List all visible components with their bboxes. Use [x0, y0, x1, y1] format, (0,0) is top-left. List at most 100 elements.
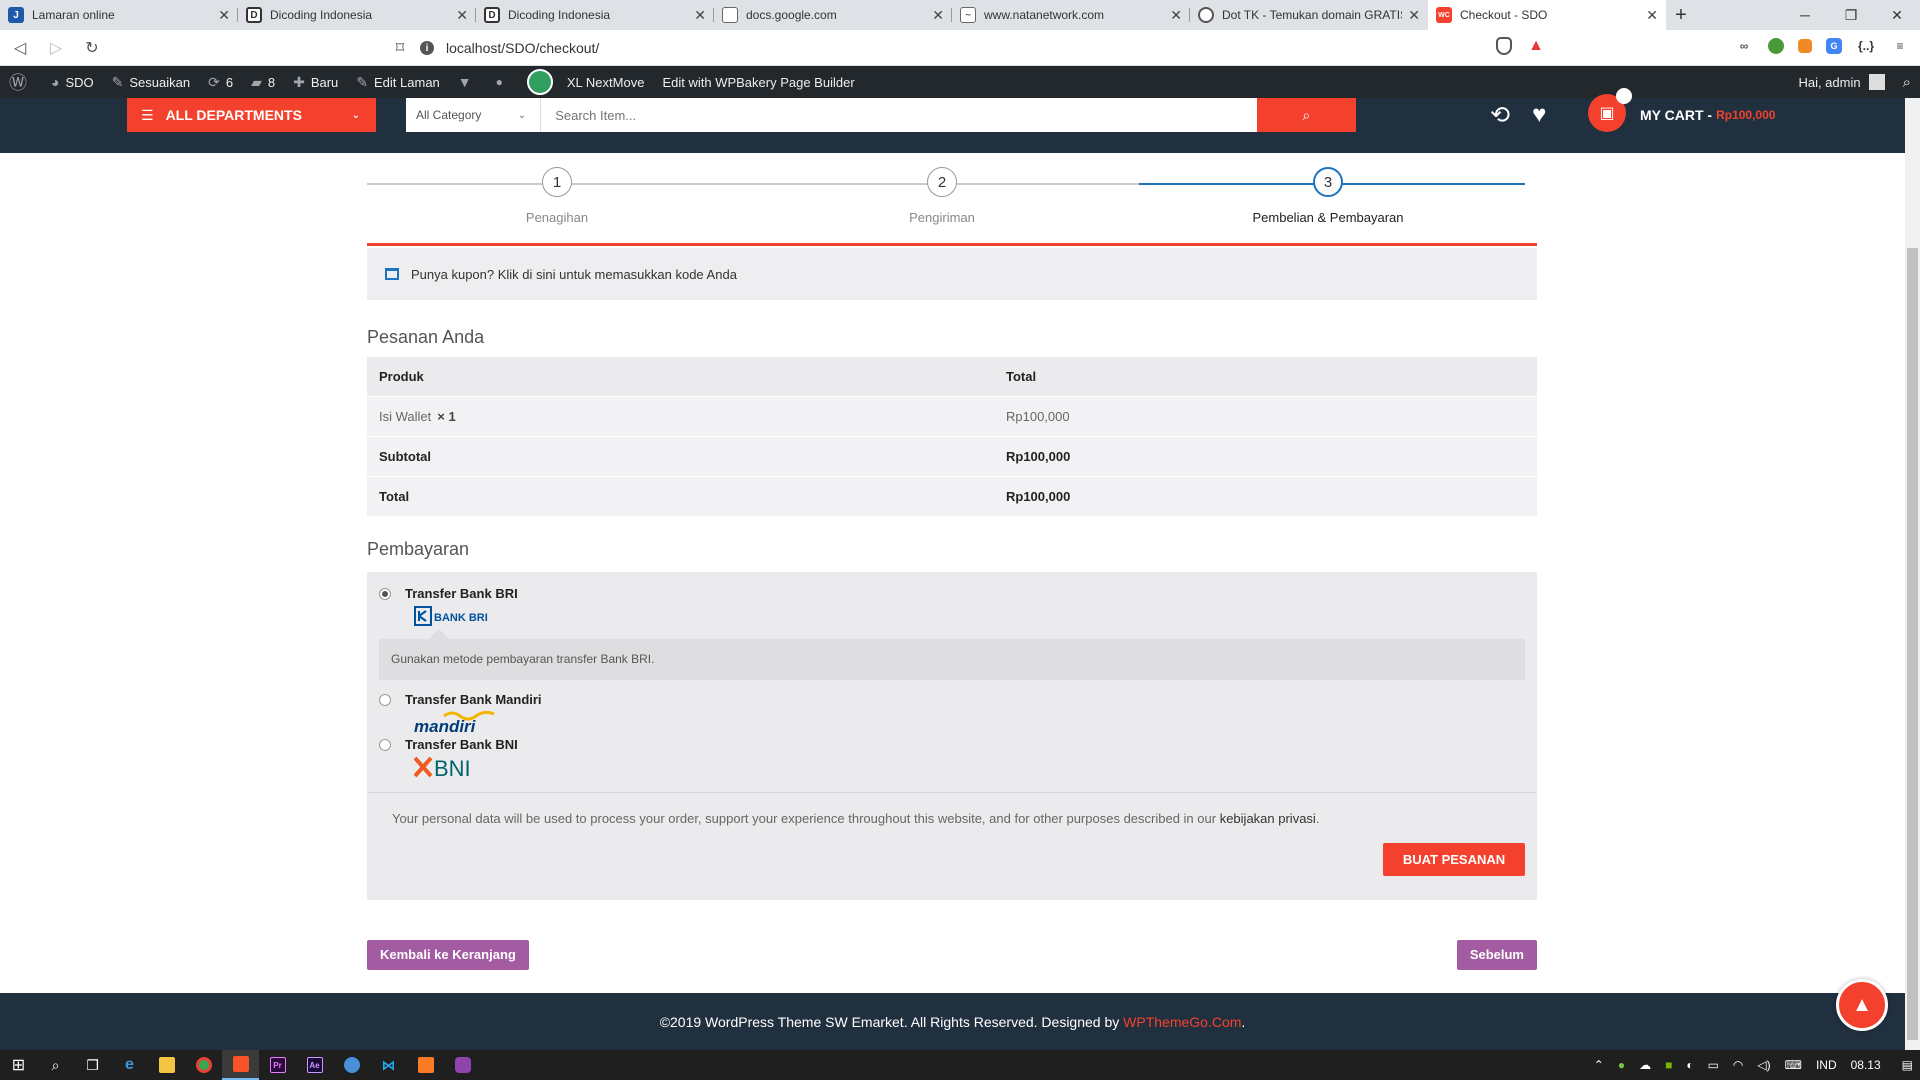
search-icon[interactable]: ⌕ [37, 1050, 74, 1080]
windows-start-icon[interactable]: ⊞ [0, 1050, 37, 1080]
brave-rewards-icon[interactable]: ▲ [1526, 36, 1546, 56]
heart-icon[interactable]: ♥ [1532, 101, 1546, 129]
all-departments-button[interactable]: ☰ ALL DEPARTMENTS ⌄ [127, 98, 376, 132]
notification-icon[interactable]: ▤ [1902, 1058, 1913, 1072]
jobstreet-favicon-icon: J [8, 7, 24, 23]
chrome-icon[interactable] [185, 1050, 222, 1080]
browser-tab[interactable]: D Dicoding Indonesia ✕ [476, 0, 714, 30]
brave-icon[interactable] [222, 1050, 259, 1080]
bookmark-icon[interactable]: ⌑ [384, 32, 416, 64]
fox-extension-icon[interactable] [1798, 39, 1812, 53]
close-tab-icon[interactable]: ✕ [1646, 7, 1658, 24]
tray-app-icon[interactable]: ● [1618, 1058, 1625, 1072]
edit-page-link[interactable]: ✎ Edit Laman [347, 66, 449, 98]
url-field[interactable]: i localhost/SDO/checkout/ [420, 33, 1430, 63]
search-input[interactable] [541, 98, 1257, 132]
new-content-link[interactable]: ✚ Baru [284, 66, 347, 98]
clock[interactable]: 08.13 [1851, 1058, 1881, 1072]
restore-icon[interactable]: ❐ [1828, 0, 1874, 30]
step-shipping[interactable]: 2 Pengiriman [852, 167, 1032, 225]
browser-tab[interactable]: ~ www.natanetwork.com ✕ [952, 0, 1190, 30]
browser-tab[interactable]: Dot TK - Temukan domain GRATIS ✕ [1190, 0, 1428, 30]
privacy-policy-link[interactable]: kebijakan privasi [1220, 811, 1316, 826]
browser-tab[interactable]: J Lamaran online ✕ [0, 0, 238, 30]
vscode-icon[interactable]: ⋈ [370, 1050, 407, 1080]
menu-icon[interactable]: ≡ [1890, 36, 1910, 56]
search-button[interactable]: ⌕ [1256, 98, 1356, 132]
coupon-notice[interactable]: Punya kupon? Klik di sini untuk memasukk… [367, 248, 1537, 300]
scrollbar-thumb[interactable] [1907, 248, 1918, 1040]
payment-radio-mandiri[interactable] [379, 693, 391, 706]
keyboard-icon[interactable]: ⌨ [1785, 1058, 1802, 1072]
place-order-button[interactable]: BUAT PESANAN [1383, 842, 1525, 876]
close-tab-icon[interactable]: ✕ [218, 7, 230, 24]
wpbakery-edit-link[interactable]: Edit with WPBakery Page Builder [653, 66, 863, 98]
chevron-up-icon[interactable]: ⌃ [1594, 1058, 1604, 1072]
back-icon[interactable]: ◁ [4, 32, 36, 64]
xl-nextmove-link[interactable]: XL NextMove [518, 66, 654, 98]
browser-tab[interactable]: D Dicoding Indonesia ✕ [238, 0, 476, 30]
page-scrollbar[interactable] [1905, 98, 1920, 1050]
xampp-icon[interactable] [407, 1050, 444, 1080]
globe-extension-icon[interactable] [1768, 38, 1784, 54]
close-tab-icon[interactable]: ✕ [1170, 7, 1182, 24]
close-tab-icon[interactable]: ✕ [694, 7, 706, 24]
chevron-down-icon: ⌄ [351, 109, 360, 121]
close-tab-icon[interactable]: ✕ [1408, 7, 1420, 24]
designer-link[interactable]: WPThemeGo.Com [1123, 1014, 1241, 1030]
close-tab-icon[interactable]: ✕ [932, 7, 944, 24]
category-select[interactable]: All Category ⌄ [406, 98, 542, 132]
new-tab-button[interactable]: + [1666, 0, 1696, 30]
translate-extension-icon[interactable]: G [1826, 38, 1842, 54]
bri-logo: BANK BRI [414, 605, 1525, 627]
brave-shield-icon[interactable] [1496, 37, 1512, 55]
file-explorer-icon[interactable] [148, 1050, 185, 1080]
compare-icon[interactable]: ⟲ [1490, 101, 1510, 130]
mini-cart[interactable]: ▣ MY CART - Rp100,000 [1588, 88, 1775, 132]
premiere-icon[interactable]: Pr [259, 1050, 296, 1080]
site-info-icon[interactable]: i [420, 41, 434, 55]
browser-tab[interactable]: docs.google.com ✕ [714, 0, 952, 30]
task-view-icon[interactable]: ❐ [74, 1050, 111, 1080]
step-billing[interactable]: 1 Penagihan [467, 167, 647, 225]
volume-icon[interactable]: ◁) [1757, 1058, 1770, 1072]
site-name-link[interactable]: ◕ SDO [42, 66, 103, 98]
link-extension-icon[interactable]: ∞ [1734, 36, 1754, 56]
language-indicator[interactable]: IND [1816, 1058, 1837, 1072]
table-row: Total Rp100,000 [367, 476, 1537, 517]
json-extension-icon[interactable]: {..} [1856, 36, 1876, 56]
tray-app-icon[interactable]: ◐ [1686, 1058, 1693, 1072]
payment-radio-bni[interactable] [379, 738, 391, 751]
payment-method-label[interactable]: Transfer Bank BRI [405, 586, 518, 601]
tray-app-icon[interactable]: ☁ [1639, 1058, 1651, 1072]
comments-link[interactable]: ▰ 8 [242, 66, 284, 98]
payment-method-label[interactable]: Transfer Bank BNI [405, 737, 518, 752]
close-window-icon[interactable]: ✕ [1874, 0, 1920, 30]
pencil-icon: ✎ [356, 73, 369, 90]
reload-icon[interactable]: ↻ [76, 32, 108, 64]
minimize-icon[interactable]: ─ [1782, 0, 1828, 30]
coupon-icon [385, 268, 399, 280]
wpbakery-icon[interactable]: ▼ [449, 66, 487, 98]
app-icon[interactable] [444, 1050, 481, 1080]
forward-icon[interactable]: ▷ [40, 32, 72, 64]
previous-step-button[interactable]: Sebelum [1456, 939, 1537, 970]
nvidia-icon[interactable]: ■ [1665, 1058, 1672, 1072]
search-icon[interactable]: ⌕ [1894, 66, 1920, 98]
wordpress-logo-icon[interactable]: Ⓦ [0, 66, 42, 98]
payment-method-label[interactable]: Transfer Bank Mandiri [405, 692, 542, 707]
account-menu[interactable]: Hai, admin [1789, 66, 1893, 98]
after-effects-icon[interactable]: Ae [296, 1050, 333, 1080]
updates-link[interactable]: ⟳ 6 [199, 66, 242, 98]
back-to-cart-button[interactable]: Kembali ke Keranjang [367, 939, 529, 970]
tray-app-icon[interactable]: ▭ [1708, 1058, 1719, 1072]
back-to-top-button[interactable]: ▲ [1836, 979, 1888, 1031]
close-tab-icon[interactable]: ✕ [456, 7, 468, 24]
edge-icon[interactable]: e [111, 1050, 148, 1080]
customize-link[interactable]: ✎ Sesuaikan [103, 66, 199, 98]
wifi-icon[interactable]: ◠ [1733, 1058, 1743, 1072]
payment-radio-bri[interactable] [379, 587, 391, 600]
app-icon[interactable] [333, 1050, 370, 1080]
browser-tab-active[interactable]: WC Checkout - SDO ✕ [1428, 0, 1666, 30]
step-payment[interactable]: 3 Pembelian & Pembayaran [1238, 167, 1418, 225]
